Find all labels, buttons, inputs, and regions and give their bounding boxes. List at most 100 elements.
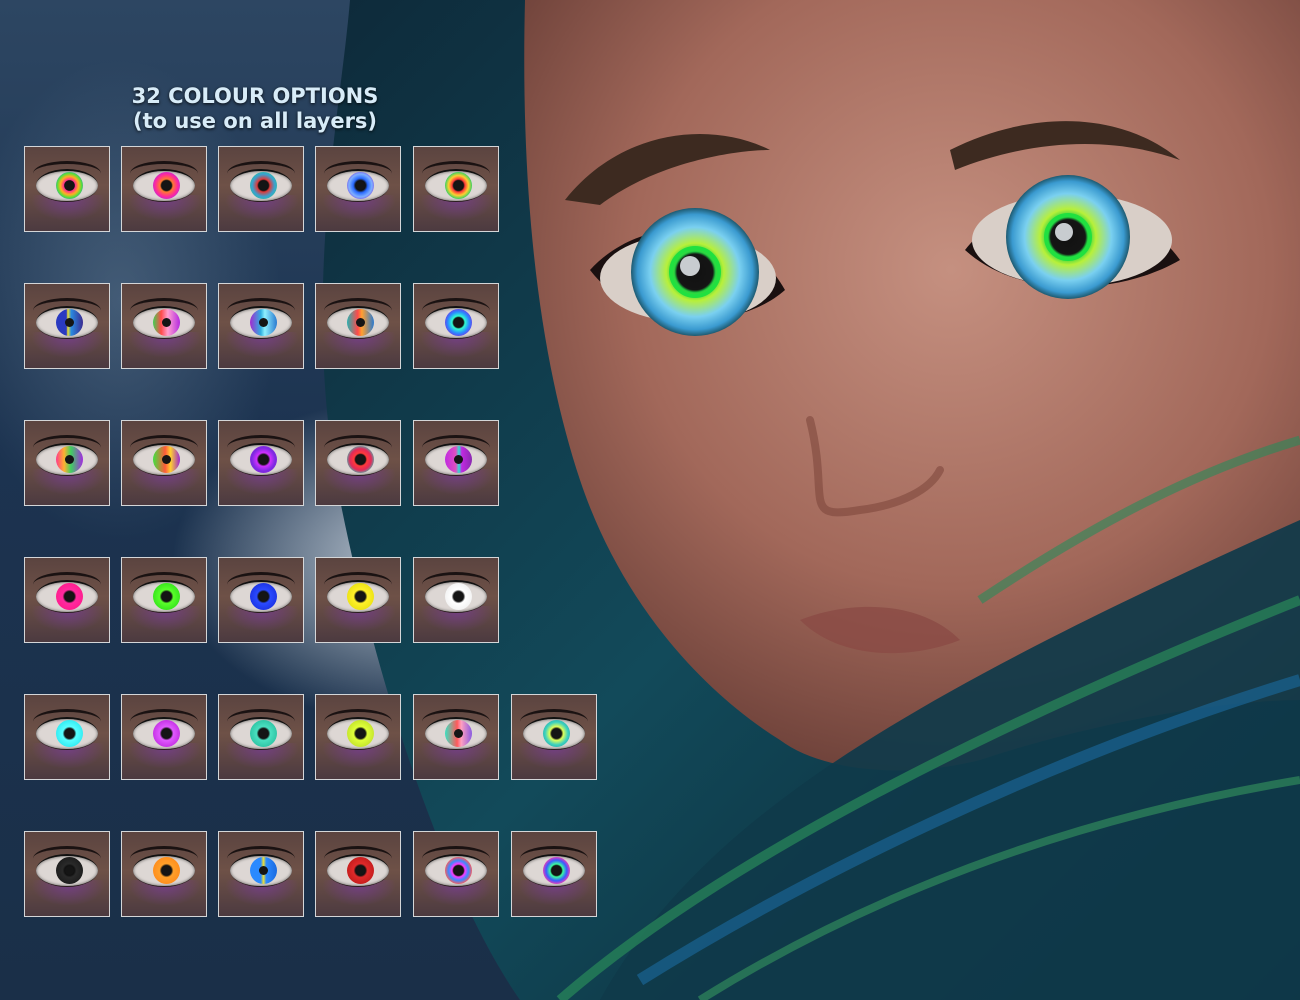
eye-white xyxy=(36,306,98,339)
eye-colour-swatch[interactable] xyxy=(413,831,499,917)
iris-swatch-colour xyxy=(347,309,374,336)
eye-white xyxy=(425,169,487,202)
eye-white xyxy=(133,717,195,750)
eye-white xyxy=(230,443,292,476)
iris-swatch-colour xyxy=(445,720,472,747)
eye-white xyxy=(133,580,195,613)
iris-swatch-colour xyxy=(250,857,277,884)
eye-colour-swatch[interactable] xyxy=(511,694,597,780)
iris-swatch-colour xyxy=(347,172,374,199)
eye-colour-swatch[interactable] xyxy=(315,557,401,643)
eye-white xyxy=(230,580,292,613)
iris-swatch-colour xyxy=(153,583,180,610)
eye-colour-swatch[interactable] xyxy=(218,420,304,506)
eye-colour-swatch[interactable] xyxy=(24,831,110,917)
eye-colour-swatch[interactable] xyxy=(218,557,304,643)
iris-swatch-colour xyxy=(543,720,570,747)
eye-colour-swatch[interactable] xyxy=(24,557,110,643)
iris-swatch-colour xyxy=(56,309,83,336)
eye-white xyxy=(36,717,98,750)
eye-colour-swatch[interactable] xyxy=(315,146,401,232)
iris-swatch-colour xyxy=(250,583,277,610)
iris-swatch-colour xyxy=(153,857,180,884)
iris-swatch-colour xyxy=(56,720,83,747)
eye-colour-swatch[interactable] xyxy=(121,420,207,506)
iris-swatch-colour xyxy=(347,857,374,884)
eye-white xyxy=(36,580,98,613)
iris-swatch-colour xyxy=(56,172,83,199)
eye-white xyxy=(327,580,389,613)
eye-white xyxy=(36,169,98,202)
eye-white xyxy=(327,306,389,339)
iris-swatch-colour xyxy=(153,720,180,747)
iris-swatch-colour xyxy=(347,720,374,747)
iris-swatch-colour xyxy=(445,309,472,336)
eye-white xyxy=(425,854,487,887)
iris-swatch-colour xyxy=(250,172,277,199)
eye-white xyxy=(230,169,292,202)
eye-colour-swatch[interactable] xyxy=(24,694,110,780)
eye-white xyxy=(523,854,585,887)
eye-white xyxy=(230,306,292,339)
iris-swatch-colour xyxy=(56,446,83,473)
eye-colour-swatch[interactable] xyxy=(218,146,304,232)
iris-swatch-colour xyxy=(153,309,180,336)
iris-swatch-colour xyxy=(445,172,472,199)
eye-colour-swatch[interactable] xyxy=(315,420,401,506)
eye-white xyxy=(523,717,585,750)
eye-white xyxy=(36,854,98,887)
iris-swatch-colour xyxy=(445,583,472,610)
eye-white xyxy=(425,443,487,476)
eye-white xyxy=(133,443,195,476)
iris-swatch-colour xyxy=(347,446,374,473)
eye-colour-swatch[interactable] xyxy=(413,420,499,506)
eye-white xyxy=(133,854,195,887)
eye-colour-swatch[interactable] xyxy=(413,146,499,232)
eye-white xyxy=(327,717,389,750)
eye-colour-swatch[interactable] xyxy=(121,283,207,369)
heading: 32 COLOUR OPTIONS (to use on all layers) xyxy=(100,84,410,134)
eye-colour-swatch[interactable] xyxy=(315,831,401,917)
eye-colour-swatch[interactable] xyxy=(218,694,304,780)
eye-white xyxy=(327,169,389,202)
iris-swatch-colour xyxy=(250,446,277,473)
eye-colour-swatch[interactable] xyxy=(511,831,597,917)
eye-colour-swatch[interactable] xyxy=(121,557,207,643)
iris-swatch-colour xyxy=(347,583,374,610)
eye-colour-swatch[interactable] xyxy=(315,283,401,369)
eye-colour-swatch[interactable] xyxy=(413,694,499,780)
iris-swatch-colour xyxy=(543,857,570,884)
iris-swatch-colour xyxy=(56,583,83,610)
eye-white xyxy=(230,717,292,750)
eye-white xyxy=(327,443,389,476)
iris-swatch-colour xyxy=(153,172,180,199)
iris-swatch-colour xyxy=(56,857,83,884)
eye-colour-swatch[interactable] xyxy=(121,831,207,917)
left-eye-highlight xyxy=(680,256,700,276)
eye-white xyxy=(230,854,292,887)
eye-colour-swatch[interactable] xyxy=(24,283,110,369)
eye-colour-swatch[interactable] xyxy=(24,420,110,506)
eye-white xyxy=(425,717,487,750)
eye-colour-swatch[interactable] xyxy=(218,831,304,917)
eye-colour-swatch[interactable] xyxy=(121,694,207,780)
eye-colour-swatch[interactable] xyxy=(24,146,110,232)
eye-colour-swatch[interactable] xyxy=(315,694,401,780)
iris-swatch-colour xyxy=(445,446,472,473)
eye-white xyxy=(133,169,195,202)
eye-white xyxy=(133,306,195,339)
iris-swatch-colour xyxy=(153,446,180,473)
eye-white xyxy=(36,443,98,476)
eye-colour-swatch[interactable] xyxy=(121,146,207,232)
heading-subtitle: (to use on all layers) xyxy=(132,109,378,133)
iris-swatch-colour xyxy=(250,720,277,747)
iris-swatch-colour xyxy=(250,309,277,336)
right-eye-highlight xyxy=(1055,223,1073,241)
eye-white xyxy=(425,580,487,613)
eye-colour-swatch[interactable] xyxy=(218,283,304,369)
eye-white xyxy=(425,306,487,339)
eye-white xyxy=(327,854,389,887)
eye-colour-swatch[interactable] xyxy=(413,283,499,369)
iris-swatch-colour xyxy=(445,857,472,884)
eye-colour-swatch[interactable] xyxy=(413,557,499,643)
